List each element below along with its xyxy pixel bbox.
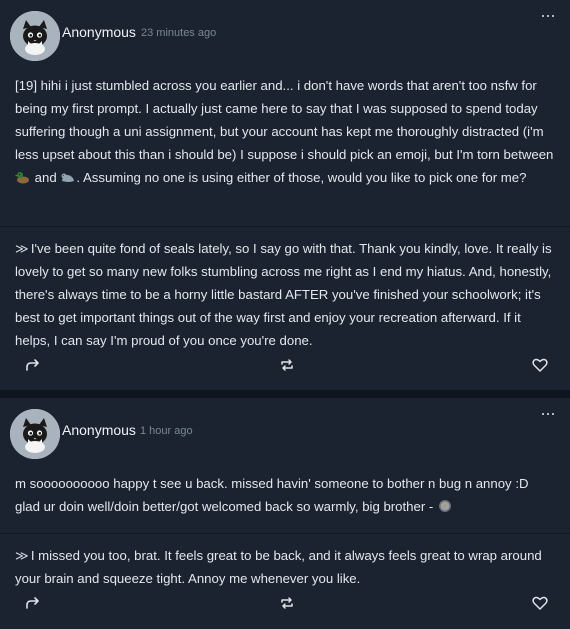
post-actions — [0, 356, 570, 380]
more-options-icon[interactable] — [540, 408, 556, 420]
ask-body: [19] hihi i just stumbled across you ear… — [15, 78, 554, 162]
author-name[interactable]: Anonymous — [62, 422, 136, 438]
answer-text: ≫ I missed you too, brat. It feels great … — [15, 544, 555, 590]
share-icon[interactable] — [24, 356, 42, 374]
chevron-icon: ≫ — [15, 548, 29, 563]
reblog-icon[interactable] — [278, 356, 296, 374]
heart-icon[interactable] — [531, 356, 549, 374]
avatar[interactable] — [10, 409, 60, 459]
ask-text: m soooooooooo happy t see u back. missed… — [15, 472, 555, 518]
reblog-icon[interactable] — [278, 594, 296, 612]
share-icon[interactable] — [24, 594, 42, 612]
post-actions — [0, 594, 570, 618]
post-card: Anonymous 1 hour ago m soooooooooo happy… — [0, 398, 570, 629]
duck-emoji — [15, 172, 29, 184]
more-options-icon[interactable] — [540, 10, 556, 22]
post-header: Anonymous 1 hour ago — [0, 398, 570, 459]
answer-text: ≫ I've been quite fond of seals lately, s… — [15, 237, 555, 352]
answer-body: I missed you too, brat. It feels great t… — [15, 548, 542, 586]
ask-end: . Assuming no one is using either of tho… — [76, 170, 527, 185]
divider — [0, 533, 570, 534]
chevron-icon: ≫ — [15, 241, 29, 256]
post-header: Anonymous 23 minutes ago — [0, 0, 570, 61]
cookie-emoji — [438, 500, 451, 512]
heart-icon[interactable] — [531, 594, 549, 612]
post-card: Anonymous 23 minutes ago [19] hihi i jus… — [0, 0, 570, 390]
ask-and: and — [34, 170, 57, 185]
ask-text: [19] hihi i just stumbled across you ear… — [15, 74, 555, 189]
divider — [0, 226, 570, 227]
timestamp: 23 minutes ago — [141, 27, 217, 39]
avatar[interactable] — [10, 11, 60, 61]
timestamp: 1 hour ago — [140, 425, 193, 437]
seal-emoji — [61, 173, 75, 182]
answer-body: I've been quite fond of seals lately, so… — [15, 241, 552, 348]
author-name[interactable]: Anonymous — [62, 24, 136, 40]
